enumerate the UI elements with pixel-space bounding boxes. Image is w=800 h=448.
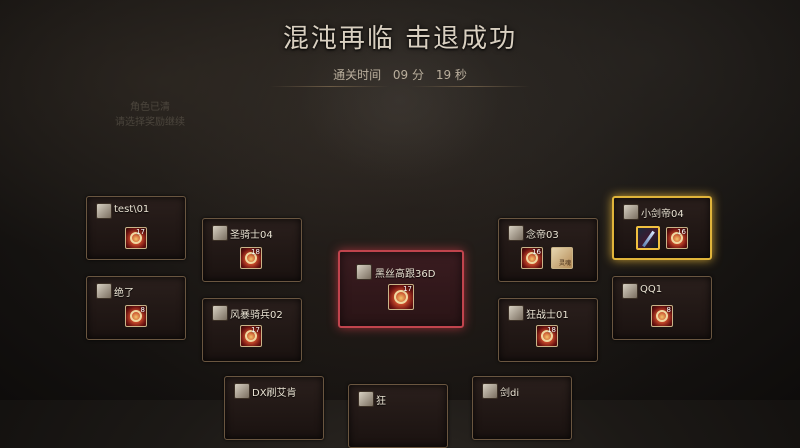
soul-scroll-label: 灵魂 [558,260,571,267]
reward-count: 16 [677,228,686,236]
player-avatar [622,283,638,299]
reward-count: 8 [140,306,145,314]
clear-time: 通关时间 09 分 19 秒 [0,66,800,83]
reward-orb-icon[interactable]: 17 [240,325,262,347]
player-card[interactable]: 圣骑士04 18 [202,218,302,282]
player-avatar [96,283,112,299]
legendary-sword-icon[interactable] [636,226,660,250]
clear-time-seconds: 19 秒 [435,68,467,82]
reward-count: 17 [251,326,260,334]
reward-count: 8 [666,306,671,314]
reward-count: 18 [251,248,260,256]
player-name: 绝了 [114,288,134,299]
player-card[interactable]: 风暴骑兵02 17 [202,298,302,362]
player-name: QQ1 [640,284,663,295]
reward-orb-icon[interactable]: 18 [240,247,262,269]
player-card[interactable]: QQ1 8 [612,276,712,340]
player-avatar [508,305,524,321]
reward-orb-icon[interactable]: 18 [536,325,558,347]
title-divider-left [270,86,390,87]
reward-orb-icon[interactable]: 16 [666,227,688,249]
reward-count: 17 [403,285,412,293]
player-avatar [212,225,228,241]
player-name: DX刷艾肯 [252,388,297,399]
player-card[interactable]: 剑di [472,376,572,440]
player-card[interactable]: 狂战士01 18 [498,298,598,362]
title-divider-right [410,86,530,87]
result-title: 混沌再临 击退成功 [282,24,518,54]
player-avatar [358,391,374,407]
player-avatar [234,383,250,399]
reward-count: 18 [547,326,556,334]
reward-orb-icon[interactable]: 17 [125,227,147,249]
reward-orb-icon[interactable]: 17 [388,284,414,310]
player-card-self[interactable]: 黑丝高跟36D 17 [338,250,464,328]
player-avatar [212,305,228,321]
player-name: test\01 [114,204,150,215]
background-note-line: 请选择奖励继续 [115,117,185,128]
player-name: 圣骑士04 [230,230,273,241]
player-card[interactable]: test\01 17 [86,196,186,260]
player-card[interactable]: 绝了 8 [86,276,186,340]
reward-count: 17 [136,228,145,236]
player-avatar [623,204,639,220]
player-avatar [356,264,372,280]
clear-time-label: 通关时间 [333,68,382,82]
player-card-highlighted[interactable]: 小剑帝04 16 [612,196,712,260]
player-card[interactable]: 狂 [348,384,448,448]
reward-orb-icon[interactable]: 8 [125,305,147,327]
player-name: 狂战士01 [526,310,569,321]
soul-scroll-icon[interactable]: 灵魂 [551,247,573,269]
player-name: 黑丝高跟36D [375,269,436,280]
clear-time-minutes: 09 分 [392,68,424,82]
player-avatar [96,203,112,219]
background-note: 角色已清 请选择奖励继续 [105,100,195,130]
background-note-line: 角色已清 [130,102,170,113]
player-avatar [508,225,524,241]
player-name: 风暴骑兵02 [230,310,283,321]
player-name: 小剑帝04 [641,209,684,220]
player-card[interactable]: DX刷艾肯 [224,376,324,440]
player-card[interactable]: 念帝03 16 灵魂 [498,218,598,282]
player-name: 念帝03 [526,230,559,241]
player-name: 剑di [500,388,520,399]
reward-orb-icon[interactable]: 8 [651,305,673,327]
player-avatar [482,383,498,399]
reward-count: 16 [532,248,541,256]
reward-orb-icon[interactable]: 16 [521,247,543,269]
